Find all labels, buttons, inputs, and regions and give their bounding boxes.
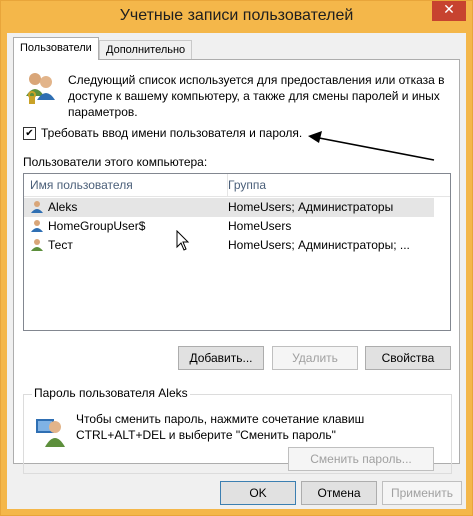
row-username: Тест [48,238,73,252]
remove-user-button[interactable]: Удалить [272,346,358,370]
dialog-client-area: Пользователи Дополнительно Следующий спи… [7,33,466,509]
cancel-button[interactable]: Отмена [301,481,377,505]
users-tab-panel: Следующий список используется для предос… [13,59,460,474]
table-row[interactable]: HomeGroupUser$ HomeUsers [24,217,434,236]
user-password-icon [36,419,65,447]
password-groupbox: Пароль пользователя Aleks Чтобы сменить … [23,386,452,474]
users-icon [26,73,55,104]
require-login-checkbox-row[interactable]: ✔ Требовать ввод имени пользователя и па… [23,126,302,140]
row-group: HomeUsers [228,219,292,233]
row-group: HomeUsers; Администраторы; ... [228,238,410,252]
add-user-button[interactable]: Добавить... [178,346,264,370]
column-header-group[interactable]: Группа [222,174,266,196]
ok-button[interactable]: OK [220,481,296,505]
tab-advanced[interactable]: Дополнительно [99,40,193,59]
description-text: Следующий список используется для предос… [68,73,445,119]
window-title: Учетные записи пользователей [119,7,354,24]
row-username: Aleks [48,200,78,214]
close-button[interactable]: ✕ [432,1,466,21]
require-login-label[interactable]: Требовать ввод имени пользователя и паро… [41,126,302,140]
apply-button[interactable]: Применить [382,481,462,505]
user-icon [31,201,43,213]
table-row[interactable]: Aleks HomeUsers; Администраторы [24,198,434,217]
user-icon [31,220,43,232]
tab-users[interactable]: Пользователи [13,37,99,60]
row-username: HomeGroupUser$ [48,219,146,233]
user-icon [31,239,43,251]
column-header-username[interactable]: Имя пользователя [24,174,228,196]
require-login-checkbox[interactable]: ✔ [23,126,36,140]
users-list[interactable]: Имя пользователя Группа Aleks HomeUsers;… [23,173,451,331]
password-change-hint: Чтобы сменить пароль, нажмите сочетание … [76,412,365,442]
user-accounts-window: Учетные записи пользователей ✕ Пользоват… [0,0,473,516]
properties-button[interactable]: Свойства [365,346,451,370]
users-list-header: Имя пользователя Группа [24,174,450,197]
title-bar[interactable]: Учетные записи пользователей ✕ [1,1,472,33]
password-group-title: Пароль пользователя Aleks [32,386,190,400]
table-row[interactable]: Тест HomeUsers; Администраторы; ... [24,236,434,255]
users-list-label: Пользователи этого компьютера: [23,155,208,169]
row-group: HomeUsers; Администраторы [228,200,394,214]
change-password-button[interactable]: Сменить пароль... [288,447,434,471]
